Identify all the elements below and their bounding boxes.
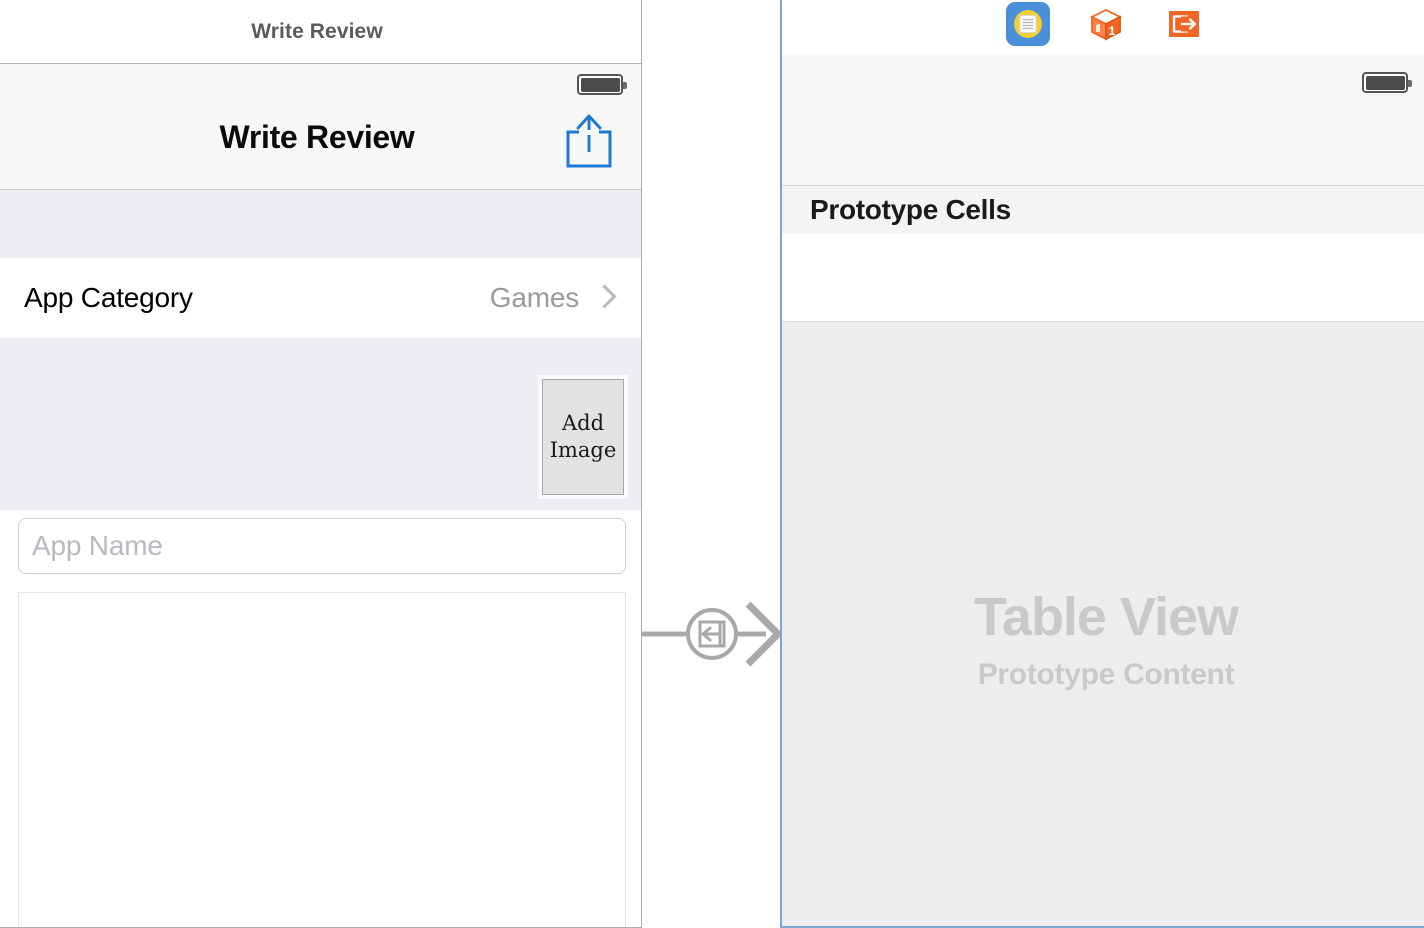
scene-title-bar: Write Review	[0, 0, 641, 65]
segue-connector[interactable]	[642, 596, 783, 672]
add-image-button-label-line1: Add	[561, 411, 605, 436]
table-view-placeholder: Table View Prototype Content	[782, 590, 1424, 690]
navigation-bar-title: Write Review	[219, 119, 415, 155]
exit-icon[interactable]	[1162, 2, 1206, 46]
scene-write-review[interactable]: Write Review Write Review App Category G…	[0, 0, 642, 928]
scene-table-view-controller[interactable]: 1 Prototype Cells Table View Prototype C…	[780, 0, 1424, 928]
table-view-placeholder-title: Table View	[973, 587, 1239, 647]
section-gap-top	[0, 190, 641, 258]
add-image-button-label-line2: Image	[549, 438, 617, 462]
view-controller-icon[interactable]	[1006, 2, 1050, 46]
row-app-category-label: App Category	[24, 282, 193, 313]
status-bar	[782, 54, 1424, 186]
row-app-category-value: Games	[489, 282, 579, 313]
app-name-input-placeholder: App Name	[32, 530, 163, 561]
row-app-category[interactable]: App Category Games	[0, 258, 641, 338]
first-responder-icon[interactable]: 1	[1084, 2, 1128, 46]
prototype-cells-header-label: Prototype Cells	[810, 194, 1011, 225]
battery-icon	[577, 74, 627, 95]
table-view-placeholder-subtitle: Prototype Content	[977, 658, 1235, 691]
chevron-right-icon	[595, 284, 611, 312]
share-icon	[566, 114, 612, 168]
scene-title-label: Write Review	[251, 20, 383, 43]
share-button[interactable]	[565, 112, 613, 168]
first-responder-badge: 1	[1109, 24, 1116, 38]
battery-icon	[1362, 72, 1412, 93]
table-view-body[interactable]: Table View Prototype Content	[782, 322, 1424, 926]
scene-dock: 1	[782, 0, 1424, 56]
status-bar	[0, 64, 641, 100]
prototype-cells-header: Prototype Cells	[782, 186, 1424, 234]
app-name-input[interactable]: App Name	[18, 518, 626, 574]
add-image-button[interactable]: Add Image	[542, 379, 624, 495]
prototype-cell[interactable]	[782, 234, 1424, 322]
storyboard-canvas: Write Review Write Review App Category G…	[0, 0, 1424, 928]
navigation-bar: Write Review	[0, 64, 641, 190]
review-text-view[interactable]	[18, 592, 626, 927]
